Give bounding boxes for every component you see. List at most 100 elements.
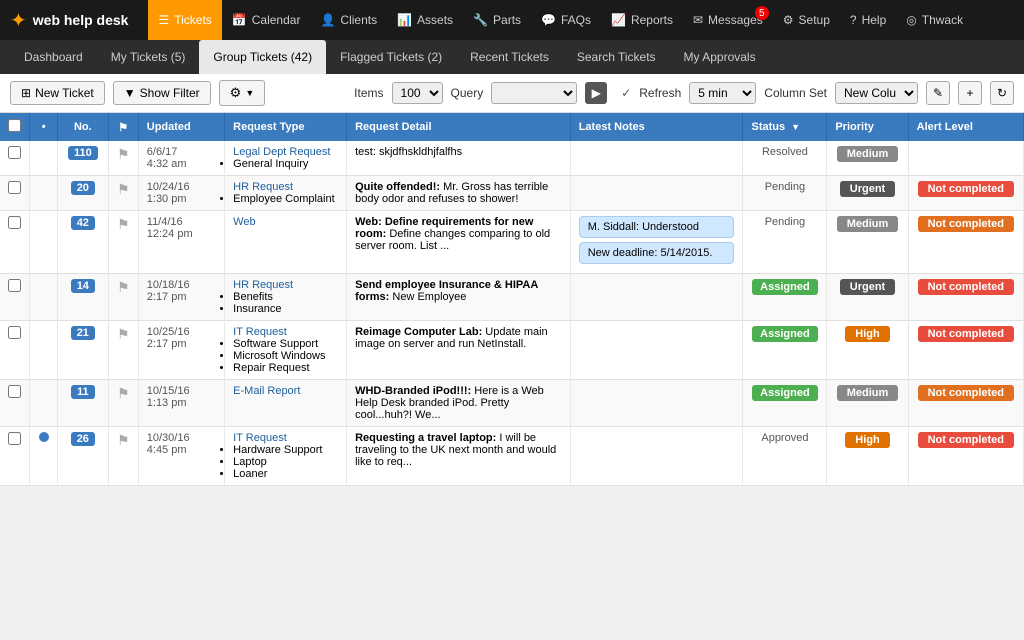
ticket-number-badge[interactable]: 110 bbox=[68, 146, 98, 160]
edit-column-button[interactable]: ✎ bbox=[926, 81, 950, 105]
request-detail-cell: Reimage Computer Lab: Update main image … bbox=[347, 321, 571, 380]
gear-icon: ⚙ bbox=[230, 85, 242, 101]
row-checkbox-cell bbox=[0, 274, 30, 321]
row-checkbox[interactable] bbox=[8, 181, 21, 194]
request-type-label[interactable]: HR Request bbox=[233, 279, 293, 291]
flag-icon[interactable]: ⚑ bbox=[117, 216, 130, 232]
col-header-dot: • bbox=[30, 113, 57, 141]
row-dot-cell bbox=[30, 211, 57, 274]
priority-cell: Medium bbox=[827, 380, 908, 427]
tab-recent-tickets[interactable]: Recent Tickets bbox=[456, 40, 563, 74]
tab-group-tickets[interactable]: Group Tickets (42) bbox=[199, 40, 326, 74]
nav-item-thwack[interactable]: ◎ Thwack bbox=[896, 0, 973, 40]
second-nav-bar: Dashboard My Tickets (5) Group Tickets (… bbox=[0, 40, 1024, 74]
ticket-number-badge[interactable]: 26 bbox=[71, 432, 95, 446]
nav-item-setup[interactable]: ⚙ Setup bbox=[773, 0, 840, 40]
refresh-interval-select[interactable]: 5 min 1 min 10 min bbox=[689, 82, 756, 104]
request-type-label[interactable]: Web bbox=[233, 216, 255, 228]
flag-icon[interactable]: ⚑ bbox=[117, 181, 130, 197]
tab-my-approvals[interactable]: My Approvals bbox=[670, 40, 770, 74]
refresh-button[interactable]: ↻ bbox=[990, 81, 1014, 105]
tab-flagged-tickets[interactable]: Flagged Tickets (2) bbox=[326, 40, 456, 74]
ticket-number-cell: 14 bbox=[57, 274, 108, 321]
status-badge: Pending bbox=[765, 216, 805, 228]
nav-item-parts[interactable]: 🔧 Parts bbox=[463, 0, 531, 40]
assets-icon: 📊 bbox=[397, 13, 412, 27]
flag-cell: ⚑ bbox=[108, 427, 138, 486]
nav-item-help[interactable]: ? Help bbox=[840, 0, 896, 40]
grid-icon: ⊞ bbox=[21, 86, 31, 100]
note-bubble-2: New deadline: 5/14/2015. bbox=[579, 242, 735, 264]
settings-button[interactable]: ⚙ ▼ bbox=[219, 80, 266, 106]
nav-item-tickets[interactable]: ☰ Tickets bbox=[148, 0, 221, 40]
flag-cell: ⚑ bbox=[108, 141, 138, 176]
row-checkbox[interactable] bbox=[8, 279, 21, 292]
nav-item-calendar[interactable]: 📅 Calendar bbox=[222, 0, 311, 40]
row-checkbox[interactable] bbox=[8, 146, 21, 159]
nav-label-clients: Clients bbox=[340, 13, 377, 27]
nav-label-assets: Assets bbox=[417, 13, 453, 27]
column-set-select[interactable]: New Colu bbox=[835, 82, 918, 104]
priority-badge: Urgent bbox=[840, 181, 895, 197]
status-badge: Pending bbox=[765, 181, 805, 193]
col-header-status[interactable]: Status ▼ bbox=[743, 113, 827, 141]
request-detail-cell: test: skjdfhskldhjfalfhs bbox=[347, 141, 571, 176]
tab-search-tickets[interactable]: Search Tickets bbox=[563, 40, 670, 74]
next-page-button[interactable]: ▶ bbox=[585, 82, 607, 104]
request-type-label[interactable]: IT Request bbox=[233, 432, 287, 444]
table-row: 14⚑10/18/162:17 pmHR RequestBenefitsInsu… bbox=[0, 274, 1024, 321]
request-type-cell: E-Mail Report bbox=[225, 380, 347, 427]
new-ticket-button[interactable]: ⊞ New Ticket bbox=[10, 81, 105, 105]
items-label: Items bbox=[354, 86, 383, 100]
row-checkbox[interactable] bbox=[8, 326, 21, 339]
flag-icon[interactable]: ⚑ bbox=[117, 279, 130, 295]
updated-cell: 6/6/174:32 am bbox=[138, 141, 224, 176]
request-type-label[interactable]: Legal Dept Request bbox=[233, 146, 330, 158]
nav-item-assets[interactable]: 📊 Assets bbox=[387, 0, 463, 40]
nav-item-reports[interactable]: 📈 Reports bbox=[601, 0, 683, 40]
ticket-number-badge[interactable]: 20 bbox=[71, 181, 95, 195]
nav-item-messages[interactable]: ✉ Messages 5 bbox=[683, 0, 773, 40]
add-column-button[interactable]: + bbox=[958, 81, 982, 105]
col-header-updated: Updated bbox=[138, 113, 224, 141]
status-cell: Pending bbox=[743, 176, 827, 211]
row-dot-cell bbox=[30, 274, 57, 321]
request-type-label[interactable]: IT Request bbox=[233, 326, 287, 338]
flag-icon[interactable]: ⚑ bbox=[117, 432, 130, 448]
row-checkbox[interactable] bbox=[8, 216, 21, 229]
tab-my-tickets[interactable]: My Tickets (5) bbox=[97, 40, 200, 74]
select-all-checkbox[interactable] bbox=[8, 119, 21, 132]
top-nav-bar: ✦ web help desk ☰ Tickets 📅 Calendar 👤 C… bbox=[0, 0, 1024, 40]
flag-icon[interactable]: ⚑ bbox=[117, 385, 130, 401]
flag-icon[interactable]: ⚑ bbox=[117, 146, 130, 162]
query-select[interactable] bbox=[491, 82, 577, 104]
thwack-icon: ◎ bbox=[906, 13, 916, 27]
tickets-icon: ☰ bbox=[158, 13, 169, 27]
request-type-label[interactable]: E-Mail Report bbox=[233, 385, 300, 397]
request-type-label[interactable]: HR Request bbox=[233, 181, 293, 193]
ticket-number-badge[interactable]: 14 bbox=[71, 279, 95, 293]
row-dot-cell bbox=[30, 380, 57, 427]
flag-icon[interactable]: ⚑ bbox=[117, 326, 130, 342]
ticket-number-badge[interactable]: 11 bbox=[71, 385, 95, 399]
row-dot-cell bbox=[30, 427, 57, 486]
refresh-label: Refresh bbox=[639, 86, 681, 100]
row-checkbox[interactable] bbox=[8, 432, 21, 445]
show-filter-button[interactable]: ▼ Show Filter bbox=[113, 81, 211, 105]
query-label: Query bbox=[451, 86, 484, 100]
updated-cell: 10/18/162:17 pm bbox=[138, 274, 224, 321]
nav-item-faqs[interactable]: 💬 FAQs bbox=[531, 0, 601, 40]
ticket-number-badge[interactable]: 21 bbox=[71, 326, 95, 340]
col-header-no: No. bbox=[57, 113, 108, 141]
priority-badge: High bbox=[845, 432, 889, 448]
col-header-latest-notes: Latest Notes bbox=[570, 113, 743, 141]
messages-badge: 5 bbox=[755, 6, 769, 20]
ticket-number-badge[interactable]: 42 bbox=[71, 216, 95, 230]
table-row: 11⚑10/15/161:13 pmE-Mail ReportWHD-Brand… bbox=[0, 380, 1024, 427]
row-checkbox[interactable] bbox=[8, 385, 21, 398]
items-per-page-select[interactable]: 100 50 25 bbox=[392, 82, 443, 104]
tab-dashboard[interactable]: Dashboard bbox=[10, 40, 97, 74]
flag-cell: ⚑ bbox=[108, 176, 138, 211]
alert-level-badge: Not completed bbox=[918, 181, 1014, 197]
nav-item-clients[interactable]: 👤 Clients bbox=[310, 0, 387, 40]
